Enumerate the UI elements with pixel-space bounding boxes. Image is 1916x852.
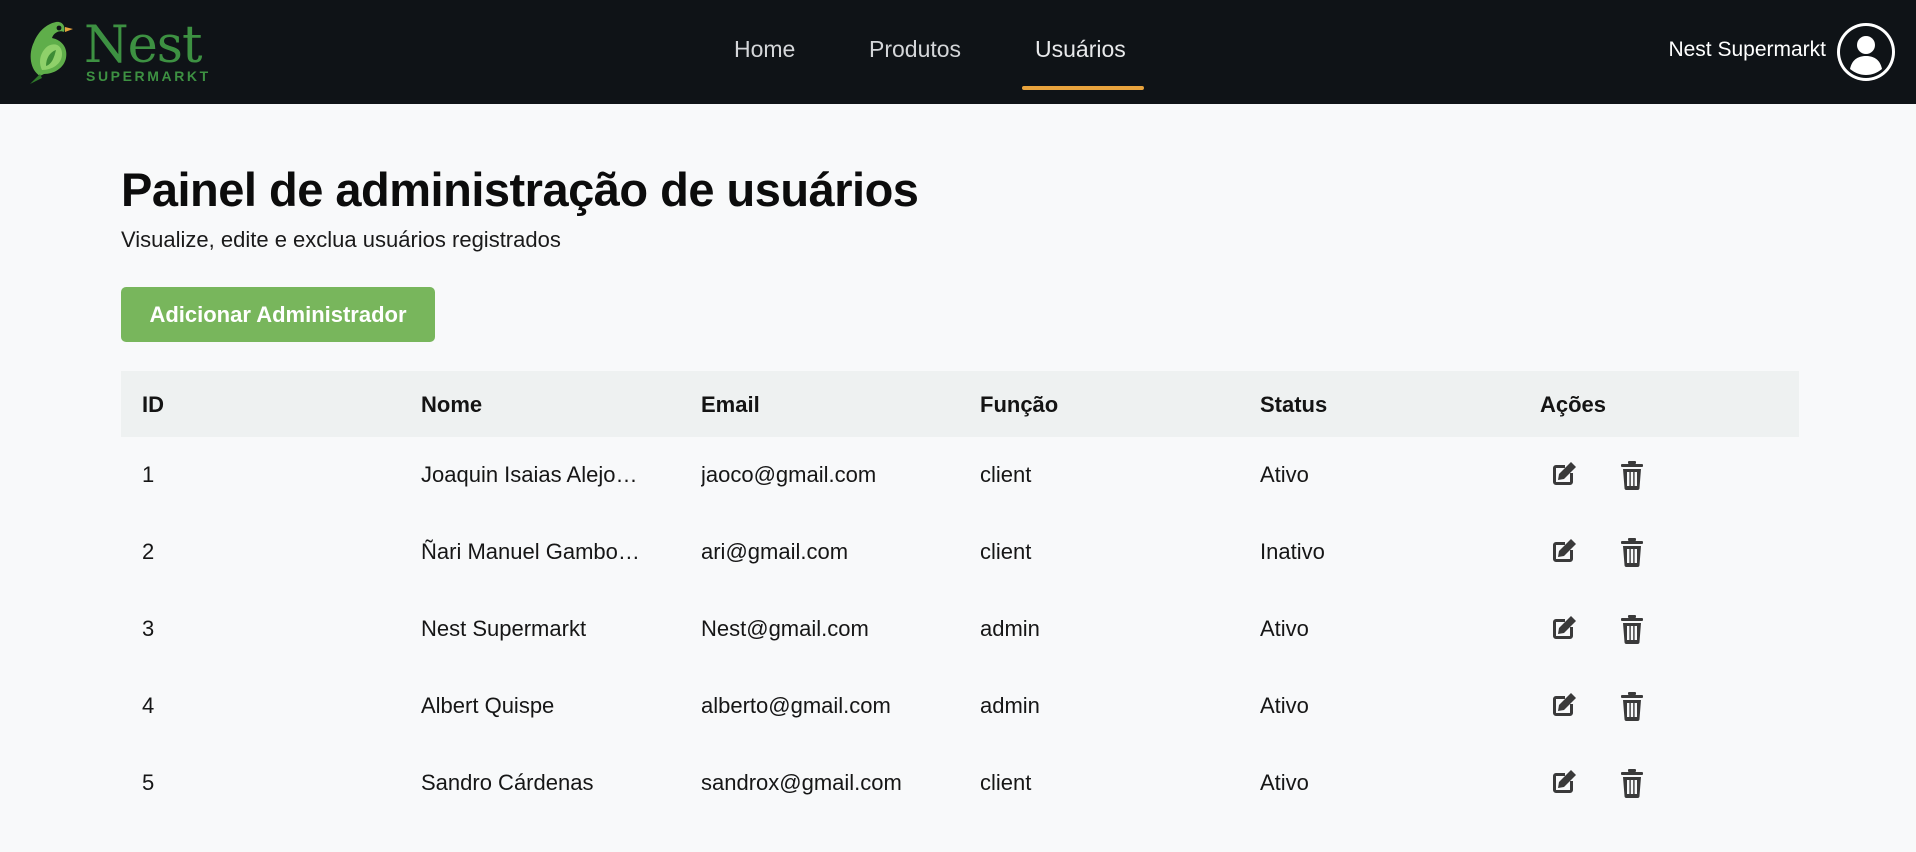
column-header-status: Status — [1260, 392, 1328, 417]
cell-id: 2 — [142, 539, 155, 564]
column-header-nome: Nome — [421, 392, 483, 417]
nav-produtos[interactable]: Produtos — [869, 34, 961, 64]
user-circle-icon — [1840, 26, 1892, 78]
table-header: ID Nome Email Função Status Ações — [121, 371, 1799, 437]
user-avatar[interactable] — [1837, 23, 1895, 81]
cell-name: Joaquin Isaias Alejo… — [421, 462, 638, 487]
column-header-id: ID — [142, 392, 164, 417]
cell-status: Ativo — [1260, 693, 1309, 718]
column-header-acoes: Ações — [1540, 392, 1607, 417]
cell-name: Albert Quispe — [421, 693, 555, 718]
cell-email: alberto@gmail.com — [701, 693, 891, 718]
logo-subtitle: SUPERMARKT — [86, 68, 211, 84]
trash-icon[interactable] — [1616, 613, 1648, 645]
trash-icon[interactable] — [1616, 690, 1648, 722]
cell-status: Ativo — [1260, 616, 1309, 641]
page-subtitle: Visualize, edite e exclua usuários regis… — [121, 227, 561, 252]
active-nav-indicator — [1022, 86, 1144, 90]
cell-status: Ativo — [1260, 770, 1309, 795]
column-header-funcao: Função — [980, 392, 1059, 417]
nav-home[interactable]: Home — [734, 34, 795, 64]
cell-name: Sandro Cárdenas — [421, 770, 594, 795]
column-header-email: Email — [701, 392, 760, 417]
nav-usuarios[interactable]: Usuários — [1035, 34, 1126, 64]
cell-email: jaoco@gmail.com — [701, 462, 877, 487]
top-navbar: Nest SUPERMARKT Home Produtos Usuários N… — [0, 0, 1916, 104]
table-row: 5 Sandro Cárdenas sandrox@gmail.com clie… — [121, 745, 1799, 822]
cell-id: 4 — [142, 693, 155, 718]
bird-logo-icon — [30, 21, 73, 84]
table-row: 1 Joaquin Isaias Alejo… jaoco@gmail.com … — [121, 437, 1799, 514]
table-row: 4 Albert Quispe alberto@gmail.com admin … — [121, 668, 1799, 745]
edit-icon[interactable] — [1547, 459, 1579, 491]
edit-icon[interactable] — [1547, 613, 1579, 645]
table-row: 3 Nest Supermarkt Nest@gmail.com admin A… — [121, 591, 1799, 668]
add-admin-button[interactable]: Adicionar Administrador — [121, 287, 435, 342]
cell-role: admin — [980, 693, 1040, 718]
users-table: ID Nome Email Função Status Ações 1 Joaq… — [121, 371, 1799, 822]
cell-id: 5 — [142, 770, 155, 795]
edit-icon[interactable] — [1547, 690, 1579, 722]
cell-role: client — [980, 770, 1032, 795]
page-title: Painel de administração de usuários — [121, 163, 919, 216]
cell-id: 1 — [142, 462, 155, 487]
logo-name: Nest — [84, 16, 202, 75]
cell-email: sandrox@gmail.com — [701, 770, 902, 795]
trash-icon[interactable] — [1616, 536, 1648, 568]
cell-email: ari@gmail.com — [701, 539, 849, 564]
trash-icon[interactable] — [1616, 767, 1648, 799]
cell-role: admin — [980, 616, 1040, 641]
trash-icon[interactable] — [1616, 459, 1648, 491]
edit-icon[interactable] — [1547, 536, 1579, 568]
cell-name: Nest Supermarkt — [421, 616, 587, 641]
table-row: 2 Ñari Manuel Gambo… ari@gmail.com clien… — [121, 514, 1799, 591]
cell-status: Ativo — [1260, 462, 1309, 487]
cell-role: client — [980, 539, 1032, 564]
brand-logo[interactable]: Nest SUPERMARKT — [26, 16, 208, 86]
cell-role: client — [980, 462, 1032, 487]
cell-status: Inativo — [1260, 539, 1325, 564]
cell-name: Ñari Manuel Gambo… — [421, 539, 640, 564]
cell-email: Nest@gmail.com — [701, 616, 869, 641]
edit-icon[interactable] — [1547, 767, 1579, 799]
cell-id: 3 — [142, 616, 155, 641]
user-name[interactable]: Nest Supermarkt — [1668, 37, 1826, 63]
